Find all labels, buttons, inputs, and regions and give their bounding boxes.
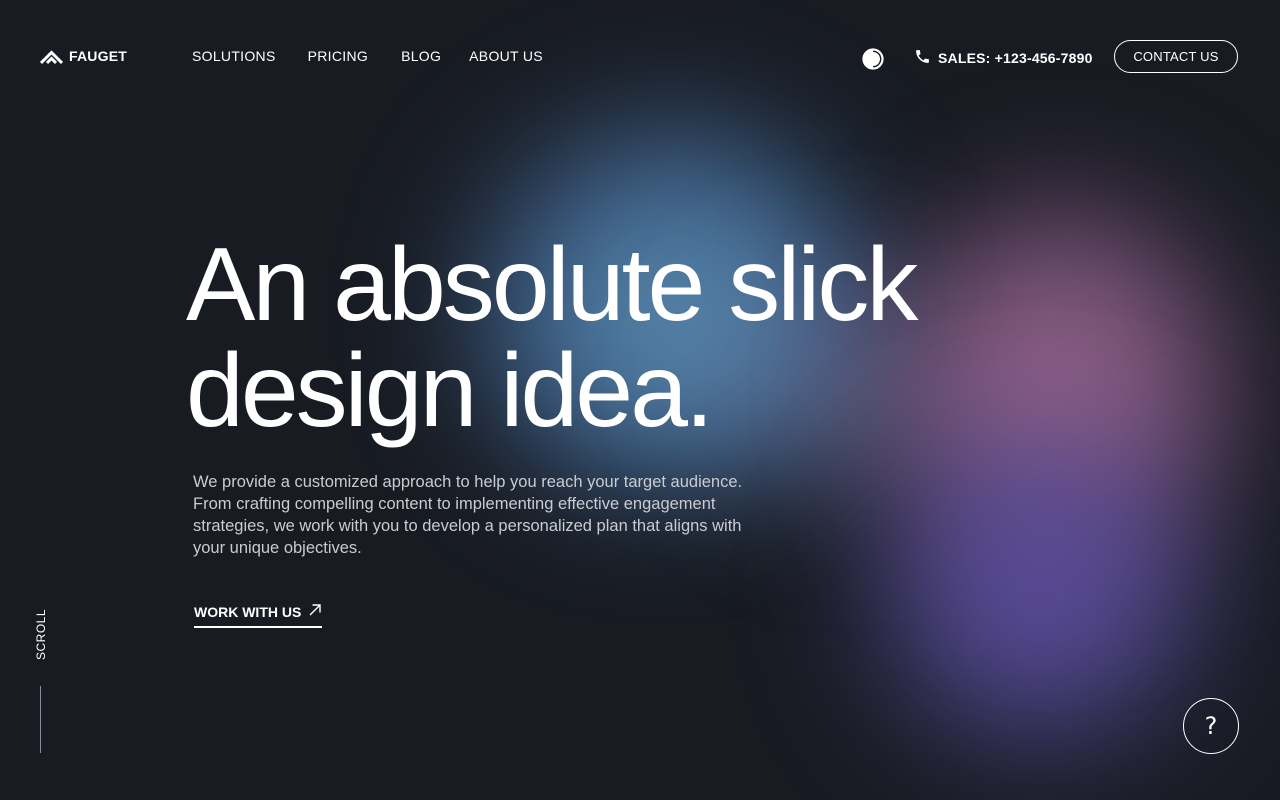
contact-us-button[interactable]: CONTACT US <box>1114 40 1238 73</box>
gradient-blob-purple <box>850 420 1230 760</box>
work-with-us-link[interactable]: WORK WITH US <box>194 603 323 628</box>
logo-icon <box>40 47 63 65</box>
help-button[interactable]: ? <box>1183 698 1239 754</box>
scroll-indicator-line <box>40 686 41 753</box>
scroll-indicator-label: SCROLL <box>34 608 48 660</box>
sales-phone[interactable]: SALES: +123-456-7890 <box>914 48 1093 68</box>
site-header: FAUGET SOLUTIONS PRICING BLOG ABOUT US S… <box>0 0 1280 114</box>
phone-icon <box>914 48 931 68</box>
landing-page: FAUGET SOLUTIONS PRICING BLOG ABOUT US S… <box>0 0 1280 800</box>
nav-item-solutions[interactable]: SOLUTIONS <box>192 48 276 64</box>
nav-item-about-us[interactable]: ABOUT US <box>469 48 543 64</box>
hero-title-line-2: design idea. <box>186 333 714 449</box>
hero-description: We provide a customized approach to help… <box>193 473 743 557</box>
brand-logo[interactable]: FAUGET <box>40 47 127 65</box>
brand-name: FAUGET <box>69 48 127 64</box>
nav-item-blog[interactable]: BLOG <box>401 48 441 64</box>
hero-title-line-1: An absolute slick <box>186 227 918 343</box>
main-nav: SOLUTIONS PRICING BLOG ABOUT US <box>192 48 543 64</box>
hero-title: An absolute slick design idea. <box>186 232 986 444</box>
contrast-icon[interactable] <box>862 48 884 70</box>
sales-label: SALES: +123-456-7890 <box>938 50 1093 66</box>
nav-item-pricing[interactable]: PRICING <box>308 48 368 64</box>
cta-label: WORK WITH US <box>194 603 302 620</box>
arrow-up-right-icon <box>308 603 322 620</box>
